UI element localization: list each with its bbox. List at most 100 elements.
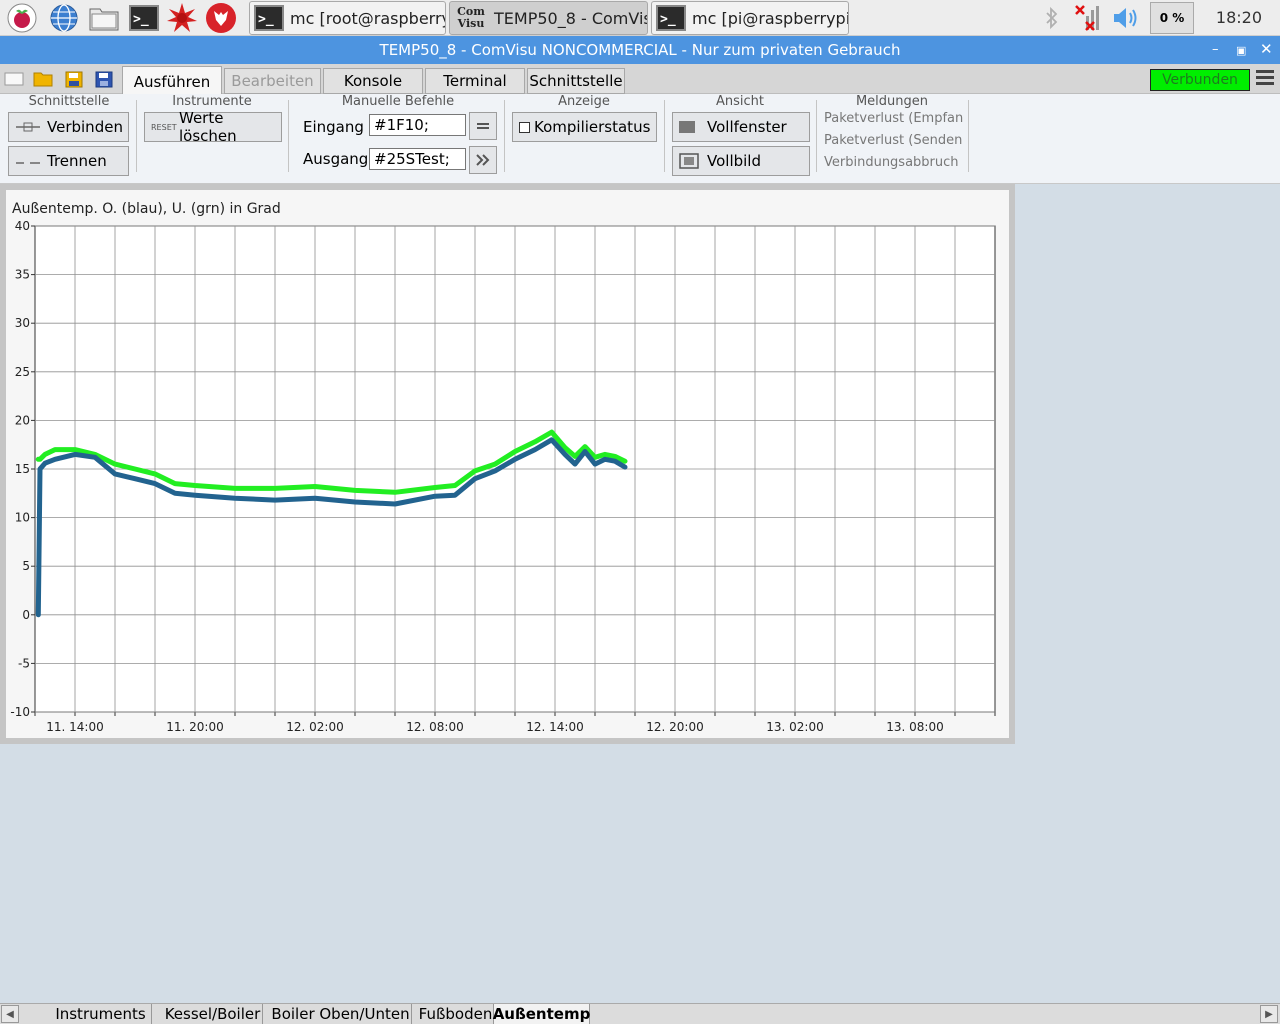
minimize-icon[interactable]: – <box>1212 42 1219 57</box>
message-packet-loss-send: Paketverlust (Senden <box>824 133 963 148</box>
group-title-instrumente: Instrumente <box>172 94 252 109</box>
group-title-schnittstelle: Schnittstelle <box>28 94 110 109</box>
y-tick-label: 5 <box>22 559 30 573</box>
group-title-meldungen: Meldungen <box>855 94 929 109</box>
web-browser-icon[interactable] <box>48 2 80 34</box>
network-disconnected-icon[interactable] <box>1072 2 1104 34</box>
x-tick-label: 12. 08:00 <box>406 720 463 734</box>
cpu-monitor[interactable]: 0 % <box>1150 2 1194 34</box>
y-tick-label: 10 <box>15 511 30 525</box>
tab-terminal[interactable]: Terminal <box>425 68 525 94</box>
y-tick-label: 35 <box>15 268 30 282</box>
ribbon-separator <box>968 100 969 172</box>
y-tick-label: 15 <box>15 462 30 476</box>
tab-konsole[interactable]: Konsole <box>323 68 423 94</box>
input-label: Eingang <box>303 118 364 136</box>
y-tick-label: -5 <box>18 656 30 670</box>
y-tick-label: 40 <box>15 219 30 233</box>
scroll-left-icon[interactable]: ◀ <box>1 1005 19 1023</box>
sheet-tab-fussboden[interactable]: Fußboden <box>418 1004 494 1024</box>
task-label: TEMP50_8 - ComVis... <box>494 8 647 28</box>
plug-connect-icon <box>16 122 40 132</box>
tab-bearbeiten[interactable]: Bearbeiten <box>224 68 321 94</box>
compile-status-toggle[interactable]: Kompilierstatus <box>512 112 657 142</box>
chart-x-axis: 11. 14:00 11. 20:00 12. 02:00 12. 08:00 12. … <box>46 720 943 734</box>
x-tick-label: 11. 20:00 <box>166 720 223 734</box>
scroll-right-icon[interactable]: ▶ <box>1260 1005 1278 1023</box>
group-title-manuelle-befehle: Manuelle Befehle <box>341 94 455 109</box>
equals-icon <box>477 123 489 129</box>
temperature-line-chart: Außentemp. O. (blau), U. (grn) in Grad -… <box>10 201 996 734</box>
new-file-icon[interactable] <box>4 70 24 88</box>
x-tick-label: 12. 20:00 <box>646 720 703 734</box>
ribbon-separator <box>504 100 505 172</box>
task-label: mc [root@raspberryp... <box>290 8 445 28</box>
close-icon[interactable]: ✕ <box>1260 40 1273 58</box>
volume-icon[interactable] <box>1110 2 1142 34</box>
wolfram-app-icon[interactable] <box>205 2 237 34</box>
connect-button[interactable]: Verbinden <box>8 112 129 142</box>
clock[interactable]: 18:20 <box>1216 8 1262 27</box>
ribbon-separator <box>816 100 817 172</box>
sheet-tab-boiler-oben-unten[interactable]: Boiler Oben/Unten <box>270 1004 412 1024</box>
x-tick-label: 12. 14:00 <box>526 720 583 734</box>
ribbon-separator <box>288 100 289 172</box>
window-icon <box>679 121 695 133</box>
ribbon-separator <box>664 100 665 172</box>
sheet-tab-kessel-boiler[interactable]: Kessel/Boiler <box>163 1004 263 1024</box>
send-button[interactable] <box>469 146 497 174</box>
sheet-tab-instruments[interactable]: Instruments <box>50 1004 152 1024</box>
full-screen-button[interactable]: Vollbild <box>672 146 810 176</box>
terminal-icon: >_ <box>254 5 284 31</box>
math-app-icon[interactable] <box>166 2 198 34</box>
chart-y-axis: -10 -5 0 5 10 15 20 25 30 35 40 <box>10 219 30 719</box>
y-tick-label: 25 <box>15 365 30 379</box>
maximize-icon[interactable]: ▣ <box>1236 44 1246 57</box>
sheet-tab-aussentemp[interactable]: Außentemp <box>493 1004 590 1024</box>
terminal-launcher-icon[interactable]: >_ <box>128 2 160 34</box>
output-command-field[interactable] <box>369 148 466 170</box>
x-tick-label: 13. 02:00 <box>766 720 823 734</box>
equals-button[interactable] <box>469 112 497 140</box>
open-folder-icon[interactable] <box>33 70 53 88</box>
save-icon[interactable] <box>94 70 114 88</box>
y-tick-label: 20 <box>15 413 30 427</box>
task-mc-pi[interactable]: >_ mc [pi@raspberrypi]:~ <box>651 1 849 35</box>
x-tick-label: 13. 08:00 <box>886 720 943 734</box>
raspberry-menu-icon[interactable] <box>6 2 38 34</box>
double-chevron-right-icon <box>476 154 490 166</box>
task-mc-root[interactable]: >_ mc [root@raspberryp... <box>249 1 446 35</box>
taskbar: >_ >_ mc [root@raspberryp... ComVisu TEM… <box>0 0 1280 36</box>
message-connection-lost: Verbindungsabbruch <box>824 155 959 170</box>
tab-schnittstelle[interactable]: Schnittstelle <box>527 68 625 94</box>
x-tick-label: 11. 14:00 <box>46 720 103 734</box>
clear-values-button[interactable]: RESET Werte löschen <box>144 109 282 145</box>
x-tick-label: 12. 02:00 <box>286 720 343 734</box>
file-manager-icon[interactable] <box>88 2 120 34</box>
full-window-button[interactable]: Vollfenster <box>672 112 810 142</box>
task-comvisu[interactable]: ComVisu TEMP50_8 - ComVis... <box>449 1 648 35</box>
tab-ausfuehren[interactable]: Ausführen <box>122 66 222 96</box>
output-label: Ausgang <box>303 150 369 168</box>
plug-disconnect-icon <box>16 162 40 164</box>
task-label: mc [pi@raspberrypi]:~ <box>692 8 849 28</box>
disconnect-button[interactable]: Trennen <box>8 146 129 176</box>
ribbon-panel: Schnittstelle Verbinden Trennen Instrume… <box>0 94 1280 184</box>
y-tick-label: -10 <box>10 705 30 719</box>
sheet-tab-bar: ◀ Instruments Kessel/Boiler Boiler Oben/… <box>0 1003 1280 1024</box>
input-command-field[interactable] <box>369 114 466 136</box>
fullscreen-icon <box>679 153 699 169</box>
save-as-icon[interactable] <box>64 70 84 88</box>
bluetooth-icon[interactable] <box>1036 2 1068 34</box>
window-title: TEMP50_8 - ComVisu NONCOMMERCIAL - Nur z… <box>379 41 901 59</box>
comvisu-icon: Com Visu <box>457 5 485 30</box>
chart-container: Außentemp. O. (blau), U. (grn) in Grad -… <box>6 190 1009 738</box>
y-tick-label: 0 <box>22 608 30 622</box>
hamburger-menu-icon[interactable] <box>1256 70 1274 88</box>
ribbon-tab-bar: Ausführen Bearbeiten Konsole Terminal Sc… <box>0 64 1280 96</box>
chart-panel: Außentemp. O. (blau), U. (grn) in Grad -… <box>0 184 1015 744</box>
connection-status-badge: Verbunden <box>1150 69 1250 91</box>
group-title-anzeige: Anzeige <box>558 94 610 109</box>
terminal-icon: >_ <box>656 5 686 31</box>
reset-icon: RESET <box>151 122 177 132</box>
